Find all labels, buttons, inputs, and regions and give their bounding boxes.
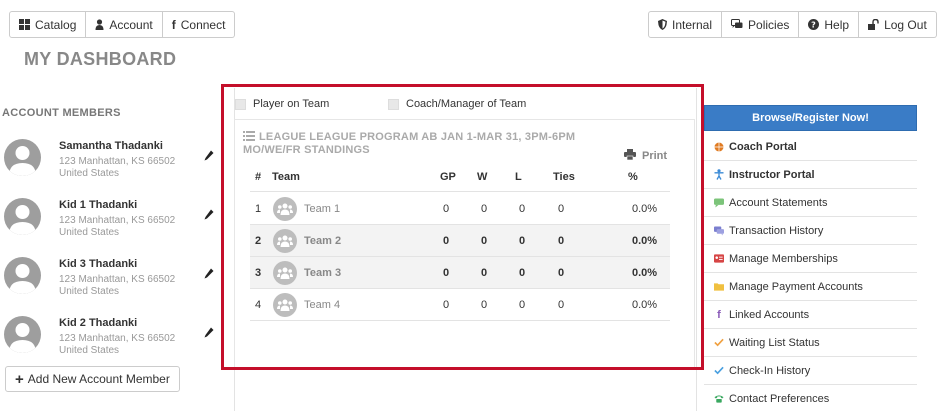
member-address: 123 Manhattan, KS 66502 United States [59, 274, 175, 298]
avatar [4, 139, 41, 176]
sidebar-item-label: Transaction History [729, 224, 824, 237]
unlock-icon [868, 19, 879, 30]
sidebar-item-contact-preferences[interactable]: Contact Preferences [704, 385, 917, 411]
folder-icon [714, 282, 724, 291]
browse-register-button[interactable]: Browse/Register Now! [704, 105, 917, 131]
member-name: Kid 2 Thadanki [59, 317, 138, 329]
sidebar-item-label: Manage Memberships [729, 252, 838, 265]
member-street: 123 Manhattan, KS 66502 [59, 156, 176, 167]
sidebar-item-check-in-history[interactable]: Check-In History [704, 357, 917, 385]
top-nav-right: Internal Policies ? Help Log Out [648, 11, 937, 38]
member-country: United States [59, 168, 120, 179]
phone-icon [714, 394, 724, 403]
member-address: 123 Manhattan, KS 66502 United States [59, 333, 175, 357]
check-icon [714, 366, 724, 375]
comments-icon [714, 225, 724, 236]
member-country: United States [59, 227, 120, 238]
help-button[interactable]: ? Help [799, 11, 860, 38]
top-nav-left: Catalog Account f Connect [9, 11, 236, 38]
page-title: MY DASHBOARD [24, 49, 177, 69]
member-address: 123 Manhattan, KS 66502 United States [59, 156, 175, 180]
member-address: 123 Manhattan, KS 66502 United States [59, 215, 175, 239]
sidebar-item-label: Instructor Portal [729, 168, 815, 181]
internal-button[interactable]: Internal [648, 11, 723, 38]
internal-label: Internal [672, 17, 713, 32]
add-account-member-button[interactable]: + Add New Account Member [5, 366, 180, 392]
account-label: Account [109, 17, 153, 32]
user-icon [95, 19, 104, 30]
member-street: 123 Manhattan, KS 66502 [59, 274, 176, 285]
sidebar-item-manage-memberships[interactable]: Manage Memberships [704, 245, 917, 273]
comment-icon [714, 197, 724, 208]
member-street: 123 Manhattan, KS 66502 [59, 215, 176, 226]
pencil-icon[interactable] [204, 268, 214, 282]
facebook-icon: f [717, 308, 721, 321]
sidebar-item-label: Contact Preferences [729, 392, 830, 405]
member-country: United States [59, 286, 120, 297]
basketball-icon [714, 142, 724, 152]
sidebar-item-label: Waiting List Status [729, 336, 820, 349]
connect-button[interactable]: f Connect [162, 11, 236, 38]
shield-icon [658, 19, 667, 30]
catalog-button[interactable]: Catalog [9, 11, 87, 38]
catalog-label: Catalog [35, 17, 77, 32]
person-icon [714, 169, 724, 180]
member-card: Kid 2 Thadanki 123 Manhattan, KS 66502 U… [4, 313, 220, 363]
logout-label: Log Out [884, 17, 927, 32]
account-button[interactable]: Account [86, 11, 163, 38]
sidebar-item-linked-accounts[interactable]: f Linked Accounts [704, 301, 917, 329]
sidebar-item-account-statements[interactable]: Account Statements [704, 189, 917, 217]
help-label: Help [824, 17, 850, 32]
avatar [4, 316, 41, 353]
member-name: Kid 3 Thadanki [59, 258, 138, 270]
member-street: 123 Manhattan, KS 66502 [59, 333, 176, 344]
pencil-icon[interactable] [204, 209, 214, 223]
id-card-icon [714, 254, 724, 263]
member-country: United States [59, 345, 120, 356]
avatar [4, 257, 41, 294]
logout-button[interactable]: Log Out [859, 11, 937, 38]
member-card: Samantha Thadanki 123 Manhattan, KS 6650… [4, 136, 220, 186]
sidebar-item-label: Account Statements [729, 196, 828, 209]
policies-button[interactable]: Policies [722, 11, 800, 38]
sidebar-item-label: Manage Payment Accounts [729, 280, 863, 293]
member-name: Kid 1 Thadanki [59, 199, 138, 211]
comments-icon [731, 19, 743, 30]
pencil-icon[interactable] [204, 327, 214, 341]
facebook-icon: f [171, 17, 176, 32]
check-icon [714, 338, 724, 347]
sidebar-item-waiting-list-status[interactable]: Waiting List Status [704, 329, 917, 357]
question-circle-icon: ? [808, 19, 820, 30]
pencil-icon[interactable] [204, 150, 214, 164]
highlight-frame [221, 84, 704, 370]
sidebar-item-label: Linked Accounts [729, 308, 810, 321]
member-card: Kid 3 Thadanki 123 Manhattan, KS 66502 U… [4, 254, 220, 304]
sidebar-item-manage-payment-accounts[interactable]: Manage Payment Accounts [704, 273, 917, 301]
account-members-heading: ACCOUNT MEMBERS [2, 107, 121, 119]
plus-icon: + [15, 370, 24, 388]
connect-label: Connect [180, 17, 226, 32]
add-account-member-label: Add New Account Member [27, 372, 170, 386]
policies-label: Policies [748, 17, 790, 32]
member-name: Samantha Thadanki [59, 140, 163, 152]
avatar [4, 198, 41, 235]
sidebar-item-transaction-history[interactable]: Transaction History [704, 217, 917, 245]
grid-icon [19, 19, 30, 30]
sidebar-item-coach-portal[interactable]: Coach Portal [704, 133, 917, 161]
sidebar-item-label: Coach Portal [729, 140, 797, 153]
svg-text:?: ? [812, 21, 817, 30]
sidebar-item-instructor-portal[interactable]: Instructor Portal [704, 161, 917, 189]
member-card: Kid 1 Thadanki 123 Manhattan, KS 66502 U… [4, 195, 220, 245]
sidebar-item-label: Check-In History [729, 364, 811, 377]
